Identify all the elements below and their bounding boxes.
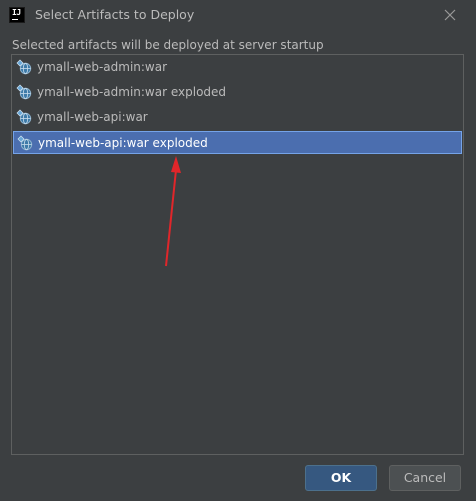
artifact-item-1[interactable]: ymall-web-admin:war exploded (13, 81, 462, 104)
ok-button[interactable]: OK (305, 465, 377, 491)
dialog-description: Selected artifacts will be deployed at s… (12, 38, 324, 52)
select-artifacts-dialog: IJ Select Artifacts to Deploy Selected a… (0, 0, 476, 501)
artifact-label: ymall-web-api:war (37, 110, 148, 124)
cancel-button[interactable]: Cancel (389, 465, 461, 491)
artifact-icon (16, 109, 32, 125)
artifact-icon (16, 59, 32, 75)
intellij-idea-icon: IJ (9, 7, 25, 23)
artifact-item-2[interactable]: ymall-web-api:war (13, 106, 462, 129)
dialog-title: Select Artifacts to Deploy (35, 7, 195, 22)
artifact-label: ymall-web-admin:war exploded (37, 85, 227, 99)
close-icon (444, 9, 456, 21)
artifact-icon (17, 135, 33, 151)
artifact-label: ymall-web-admin:war (37, 60, 168, 74)
app-icon-text: IJ (12, 8, 21, 17)
artifact-label: ymall-web-api:war exploded (38, 136, 208, 150)
title-bar: IJ Select Artifacts to Deploy (0, 0, 476, 32)
artifacts-list[interactable]: ymall-web-admin:war ymall-web-admin:war … (11, 54, 464, 455)
artifact-icon (16, 84, 32, 100)
close-button[interactable] (438, 4, 462, 26)
artifact-item-3[interactable]: ymall-web-api:war exploded (13, 131, 462, 154)
artifact-item-0[interactable]: ymall-web-admin:war (13, 56, 462, 79)
